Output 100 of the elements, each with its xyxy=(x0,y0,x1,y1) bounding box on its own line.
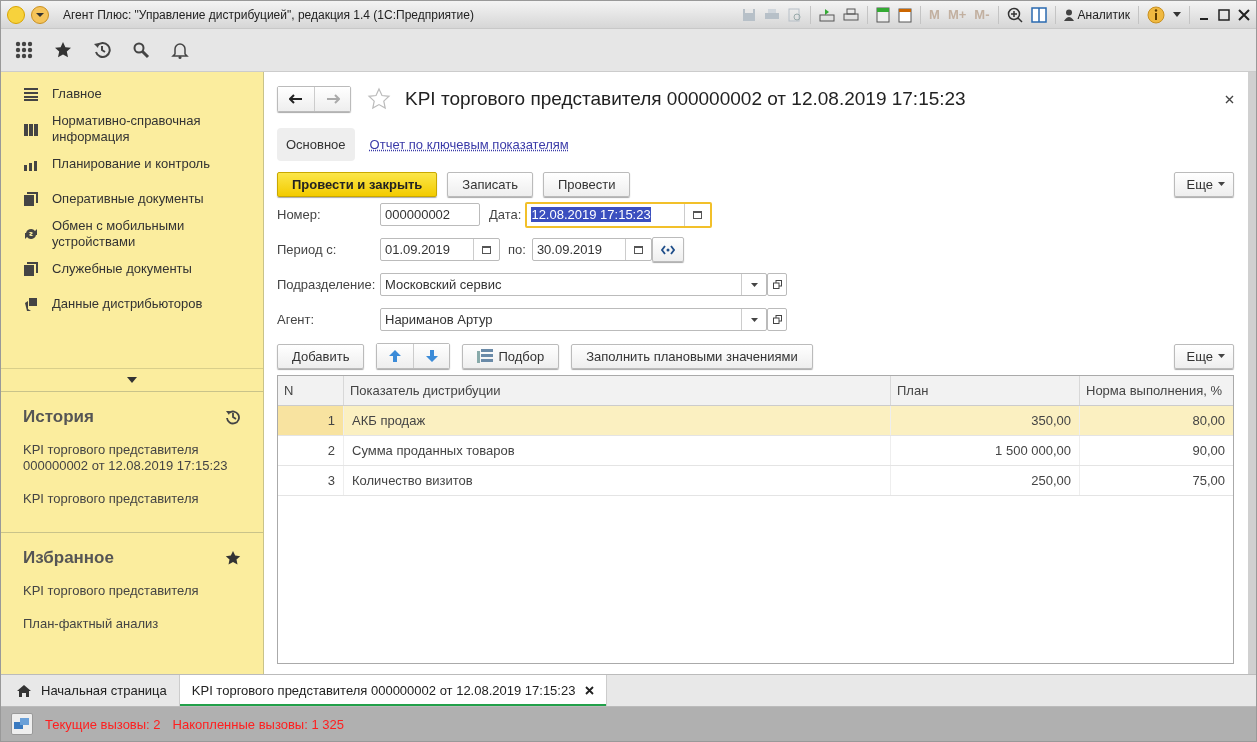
connection-button[interactable] xyxy=(11,713,33,735)
down-arrow-icon xyxy=(425,350,438,362)
column-header[interactable]: Показатель дистрибуции xyxy=(344,376,891,405)
table-cell: 1 500 000,00 xyxy=(891,436,1080,465)
sidebar-item[interactable]: Обмен с мобильными устройствами xyxy=(1,216,263,251)
more-button[interactable]: Еще xyxy=(1173,343,1234,369)
calendar-icon[interactable] xyxy=(898,6,913,23)
section-icon xyxy=(24,226,38,241)
sidebar-item[interactable]: Нормативно-справочная информация xyxy=(1,111,263,146)
sidebar-item[interactable]: Служебные документы xyxy=(1,251,263,286)
caret-icon xyxy=(1218,182,1225,186)
status-text: Текущие вызовы: 2 xyxy=(45,716,161,732)
fill-button[interactable]: Заполнить плановыми значениями xyxy=(571,343,813,369)
command-button[interactable]: Провести xyxy=(542,171,631,197)
more-button[interactable]: Еще xyxy=(1173,171,1234,197)
star-icon[interactable] xyxy=(225,550,241,566)
column-header[interactable]: План xyxy=(891,376,1080,405)
form-tab[interactable]: Основное xyxy=(277,127,355,161)
period-button[interactable] xyxy=(651,237,684,262)
zoom-icon[interactable] xyxy=(1006,6,1023,23)
close-icon[interactable] xyxy=(1225,94,1234,104)
history-title: История xyxy=(23,407,94,427)
search-icon[interactable] xyxy=(132,41,150,59)
sidebar-item[interactable]: Оперативные документы xyxy=(1,181,263,216)
field-label: Агент: xyxy=(277,312,316,327)
info-icon[interactable] xyxy=(1147,5,1165,24)
table-cell-text: 75,00 xyxy=(1191,472,1226,490)
move-up-button[interactable] xyxy=(377,344,414,368)
history-link[interactable]: KPI торгового представителя xyxy=(23,491,241,507)
move-down-button[interactable] xyxy=(413,344,450,368)
export-icon[interactable] xyxy=(819,7,836,22)
history-icon[interactable] xyxy=(93,41,111,59)
table-row[interactable]: 3 Количество визитов 250,00 75,00 xyxy=(278,466,1233,496)
date-field[interactable]: 30.09.2019 xyxy=(531,238,652,261)
open-icon xyxy=(772,280,782,289)
column-header[interactable]: Норма выполнения, % xyxy=(1080,376,1233,405)
table-cell-text: 80,00 xyxy=(1191,412,1226,430)
table-cell: 1 xyxy=(278,406,344,435)
column-header[interactable]: N xyxy=(278,376,344,405)
favorites-title: Избранное xyxy=(23,548,114,568)
close-icon[interactable] xyxy=(585,686,595,695)
section-icon xyxy=(24,86,38,101)
field-label: по: xyxy=(508,242,526,257)
user-name[interactable]: Аналитик xyxy=(1077,7,1130,22)
sidebar-item[interactable]: Данные дистрибьюторов xyxy=(1,286,263,321)
pick-button[interactable]: Подбор xyxy=(462,343,560,369)
number-field[interactable]: 000000002 xyxy=(380,203,480,226)
open-button[interactable] xyxy=(767,308,787,331)
field-label: Подразделение: xyxy=(277,277,377,292)
panels-icon[interactable] xyxy=(1030,6,1047,23)
apps-grid-icon[interactable] xyxy=(15,41,33,59)
open-button[interactable] xyxy=(767,273,787,296)
home-icon xyxy=(17,684,31,697)
scroll-down-icon[interactable] xyxy=(127,377,137,383)
section-icon xyxy=(24,191,38,206)
history-link[interactable]: KPI торгового представителя 000000002 от 12.08.2019 17:15:23 xyxy=(23,442,241,474)
history-icon[interactable] xyxy=(225,409,241,425)
calendar-icon[interactable] xyxy=(693,209,703,219)
sidebar-item[interactable]: Планирование и контроль xyxy=(1,146,263,181)
back-arrow-icon xyxy=(289,94,303,104)
star-outline-icon[interactable] xyxy=(367,87,391,111)
date-field[interactable]: 12.08.2019 17:15:23 xyxy=(525,201,713,228)
caret-icon[interactable] xyxy=(1173,12,1181,17)
dropdown-icon[interactable] xyxy=(750,282,758,287)
back-button[interactable] xyxy=(278,87,314,111)
section-icon xyxy=(24,296,38,311)
date-field[interactable]: 01.09.2019 xyxy=(380,238,500,261)
table-cell: 250,00 xyxy=(891,466,1080,495)
section-icon xyxy=(24,261,38,276)
open-tab[interactable]: KPI торгового представителя 000000002 от 12.08.2019 17:15:23 xyxy=(179,675,608,706)
table-cell: 3 xyxy=(278,466,344,495)
table-cell: Сумма проданных товаров xyxy=(344,436,891,465)
open-tab[interactable]: Начальная страница xyxy=(5,675,180,706)
dropdown-icon[interactable] xyxy=(750,317,758,322)
table-cell: АКБ продаж xyxy=(344,406,891,435)
calculator-icon[interactable] xyxy=(876,6,891,23)
menu-caret-icon[interactable] xyxy=(31,5,49,24)
star-icon[interactable] xyxy=(54,41,72,59)
table-row[interactable]: 1 АКБ продаж 350,00 80,00 xyxy=(278,406,1233,436)
sidebar-item[interactable]: Главное xyxy=(1,76,263,111)
close-icon[interactable] xyxy=(1238,8,1250,21)
agent-field[interactable]: Нариманов Артур xyxy=(380,308,767,331)
printer-icon[interactable] xyxy=(843,7,860,22)
department-field[interactable]: Московский сервис xyxy=(380,273,767,296)
command-button[interactable]: Записать xyxy=(447,171,533,197)
field-label: Дата: xyxy=(489,207,522,222)
window-title: Агент Плюс: "Управление дистрибуцией", редакция 1.4 (1С:Предприятие) xyxy=(63,7,474,22)
calendar-icon[interactable] xyxy=(482,245,491,254)
calendar-icon[interactable] xyxy=(633,245,643,254)
table-row[interactable]: 2 Сумма проданных товаров 1 500 000,00 90,00 xyxy=(278,436,1233,466)
period-icon xyxy=(660,244,675,255)
add-button[interactable]: Добавить xyxy=(277,343,365,369)
document-title: KPI торгового представителя 000000002 от 12.08.2019 17:15:23 xyxy=(405,88,966,110)
table-cell: 350,00 xyxy=(891,406,1080,435)
form-tab[interactable]: Отчет по ключевым показателям xyxy=(360,127,578,161)
bell-icon[interactable] xyxy=(171,41,189,59)
command-button[interactable]: Провести и закрыть xyxy=(277,171,438,197)
favorite-link[interactable]: План-фактный анализ xyxy=(23,616,241,632)
maximize-icon[interactable] xyxy=(1218,8,1230,21)
favorite-link[interactable]: KPI торгового представителя xyxy=(23,583,241,599)
